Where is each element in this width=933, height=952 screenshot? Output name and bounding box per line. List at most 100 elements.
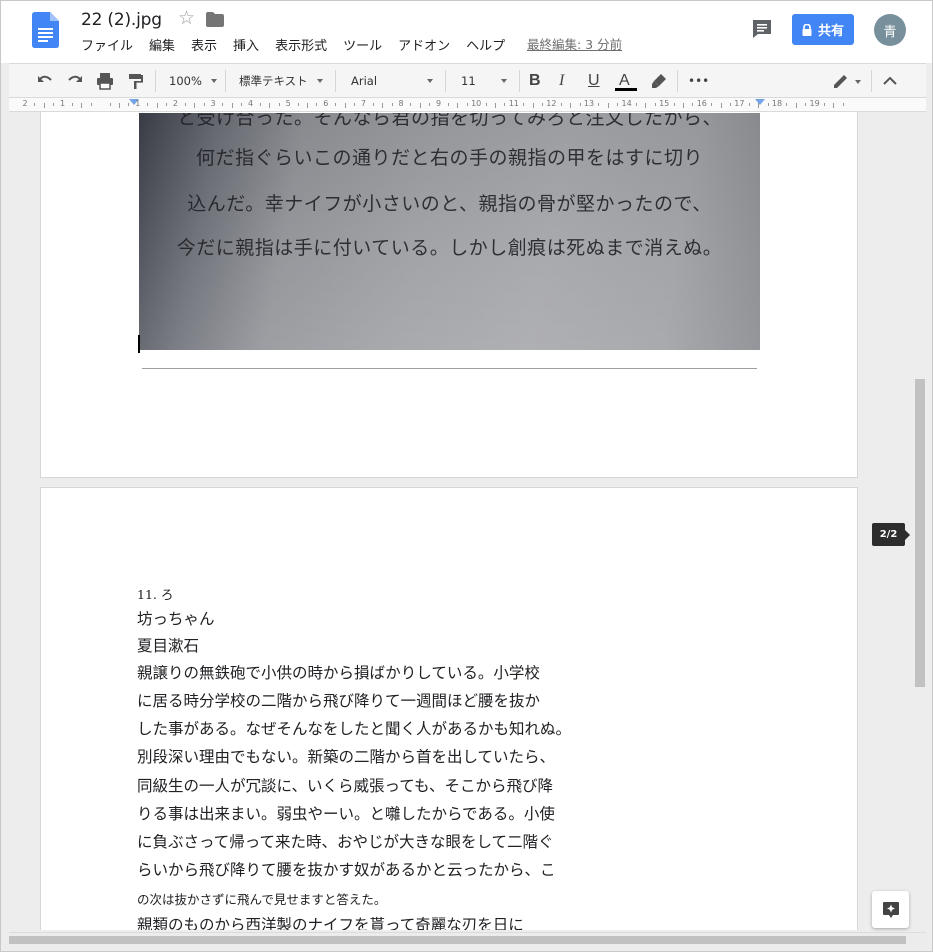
docs-logo-icon[interactable] bbox=[32, 12, 59, 48]
ruler-tick bbox=[307, 103, 308, 108]
embedded-photo[interactable]: と受け合った。そんなら君の指を切ってみろと注文したから、 何だ指ぐらいこの通りだ… bbox=[139, 113, 760, 350]
caret-icon[interactable] bbox=[855, 80, 861, 84]
undo-icon[interactable] bbox=[35, 71, 55, 91]
share-button[interactable]: 共有 bbox=[792, 14, 854, 45]
ruler-tick bbox=[297, 103, 299, 106]
ruler-label: 15 bbox=[659, 99, 670, 108]
horizontal-scrollbar-thumb[interactable] bbox=[9, 936, 906, 944]
text-color-letter: A bbox=[619, 72, 630, 89]
menu-insert[interactable]: 挿入 bbox=[233, 38, 259, 56]
vertical-scrollbar-thumb[interactable] bbox=[915, 379, 925, 687]
more-button[interactable]: ••• bbox=[688, 70, 709, 92]
paint-format-icon[interactable] bbox=[126, 71, 146, 91]
chevron-up-icon[interactable] bbox=[880, 71, 900, 91]
photo-text-line: と受け合った。そんなら君の指を切ってみろと注文したから、 bbox=[176, 113, 723, 129]
ruler-tick bbox=[457, 103, 459, 108]
ruler-tick bbox=[128, 103, 130, 106]
toolbar-divider bbox=[335, 70, 336, 92]
menu-tools[interactable]: ツール bbox=[343, 38, 382, 56]
zoom-dropdown[interactable]: 100% bbox=[169, 72, 217, 90]
font-size-dropdown[interactable]: 11 bbox=[461, 72, 507, 90]
menu-file[interactable]: ファイル bbox=[81, 38, 133, 56]
ruler-label: 18 bbox=[771, 99, 783, 108]
menu-bar: ファイル 編集 表示 挿入 表示形式 ツール アドオン ヘルプ bbox=[81, 38, 521, 56]
ruler-tick bbox=[767, 103, 769, 106]
ruler-label: 16 bbox=[696, 99, 707, 108]
underline-button[interactable]: U bbox=[588, 70, 600, 92]
ruler-tick bbox=[156, 103, 158, 108]
page-2[interactable]: 11. ろ 坊っちゃん 夏目漱石 親譲りの無鉄砲で小供の時から損ばかりしている。… bbox=[40, 487, 858, 930]
ruler-label: 4 bbox=[248, 99, 254, 108]
ruler-tick bbox=[194, 103, 196, 108]
right-indent-marker[interactable] bbox=[755, 99, 765, 105]
ruler-tick bbox=[90, 103, 92, 106]
horizontal-rule bbox=[142, 368, 757, 369]
menu-view[interactable]: 表示 bbox=[191, 38, 217, 56]
photo-text-line: 今だに親指は手に付いている。しかし創痕は死ぬまで消えぬ。 bbox=[176, 237, 723, 259]
toolbar-divider bbox=[677, 70, 678, 92]
print-icon[interactable] bbox=[95, 71, 115, 91]
ruler[interactable]: 2 1 1 2 3 4 5 6 7 8 9 10 11 12 13 14 15 16 17 18 19 bbox=[9, 98, 926, 112]
ruler-tick bbox=[34, 103, 36, 106]
menu-edit[interactable]: 編集 bbox=[149, 38, 175, 56]
ruler-tick bbox=[842, 103, 844, 106]
explore-button[interactable] bbox=[872, 891, 909, 928]
menu-format[interactable]: 表示形式 bbox=[275, 38, 327, 56]
ruler-tick bbox=[795, 103, 797, 108]
ruler-tick bbox=[335, 103, 337, 106]
ruler-tick bbox=[485, 103, 487, 106]
last-edit-link[interactable]: 最終編集: 3 分前 bbox=[527, 36, 622, 54]
ruler-tick bbox=[184, 103, 186, 106]
ruler-tick bbox=[683, 103, 684, 108]
toolbar-divider bbox=[445, 70, 446, 92]
menu-addons[interactable]: アドオン bbox=[398, 38, 450, 56]
body-line: した事がある。なぜそんなをしたと聞く人があるかも知れぬ。 bbox=[137, 720, 572, 738]
menu-help[interactable]: ヘルプ bbox=[466, 38, 505, 56]
comment-icon[interactable] bbox=[751, 18, 773, 40]
ruler-tick bbox=[81, 103, 83, 108]
author-name: 夏目漱石 bbox=[137, 637, 200, 655]
body-line: 親譲りの無鉄砲で小供の時から損ばかりしている。小学校 bbox=[137, 664, 540, 682]
ruler-tick bbox=[833, 103, 835, 108]
ruler-tick bbox=[748, 103, 750, 106]
avatar[interactable]: 青 bbox=[874, 14, 906, 46]
ruler-tick bbox=[109, 103, 111, 106]
pencil-icon[interactable] bbox=[831, 71, 851, 91]
toolbar-divider bbox=[225, 70, 226, 92]
page-1[interactable]: と受け合った。そんなら君の指を切ってみろと注文したから、 何だ指ぐらいこの通りだ… bbox=[40, 112, 858, 478]
ruler-tick bbox=[119, 103, 120, 108]
style-dropdown[interactable]: 標準テキスト bbox=[239, 72, 323, 90]
ruler-tick bbox=[570, 103, 572, 108]
ruler-label: 19 bbox=[809, 99, 820, 108]
bold-button[interactable]: B bbox=[529, 70, 541, 92]
book-title: 坊っちゃん bbox=[137, 610, 215, 628]
ruler-label: 9 bbox=[436, 99, 442, 108]
ruler-label: 3 bbox=[210, 99, 216, 108]
document-canvas[interactable]: と受け合った。そんなら君の指を切ってみろと注文したから、 何だ指ぐらいこの通りだ… bbox=[9, 112, 914, 930]
caret-icon bbox=[427, 79, 433, 83]
body-line: りる事は出来まい。弱虫やーい。と囃したからである。小使 bbox=[137, 805, 555, 823]
font-size-value: 11 bbox=[461, 74, 476, 88]
highlighter-icon[interactable] bbox=[649, 71, 669, 91]
body-line: らいから飛び降りて腰を抜かす奴があるかと云ったから、こ bbox=[137, 861, 556, 879]
body-line: 同級生の一人が冗談に、いくら威張っても、そこから飛び降 bbox=[137, 777, 554, 795]
document-title[interactable]: 22 (2).jpg bbox=[81, 10, 162, 30]
ruler-tick bbox=[730, 103, 731, 106]
ruler-tick bbox=[241, 103, 243, 106]
ruler-tick bbox=[673, 103, 675, 106]
ruler-tick bbox=[598, 103, 600, 106]
ruler-tick bbox=[636, 103, 637, 106]
body-line: 親類のものから西洋製のナイフを貰って奇麗な刃を日に bbox=[137, 916, 524, 930]
star-icon[interactable]: ☆ bbox=[178, 9, 195, 28]
ruler-tick bbox=[786, 103, 788, 106]
font-dropdown[interactable]: Arial bbox=[351, 72, 433, 90]
horizontal-scrollbar[interactable] bbox=[9, 932, 926, 946]
italic-button[interactable]: I bbox=[559, 70, 564, 92]
ruler-label: 10 bbox=[471, 99, 482, 108]
ruler-tick bbox=[711, 103, 713, 106]
folder-icon[interactable] bbox=[206, 12, 224, 27]
ruler-tick bbox=[579, 103, 581, 106]
redo-icon[interactable] bbox=[65, 71, 85, 91]
text-cursor bbox=[138, 335, 140, 353]
ruler-tick bbox=[203, 103, 205, 106]
